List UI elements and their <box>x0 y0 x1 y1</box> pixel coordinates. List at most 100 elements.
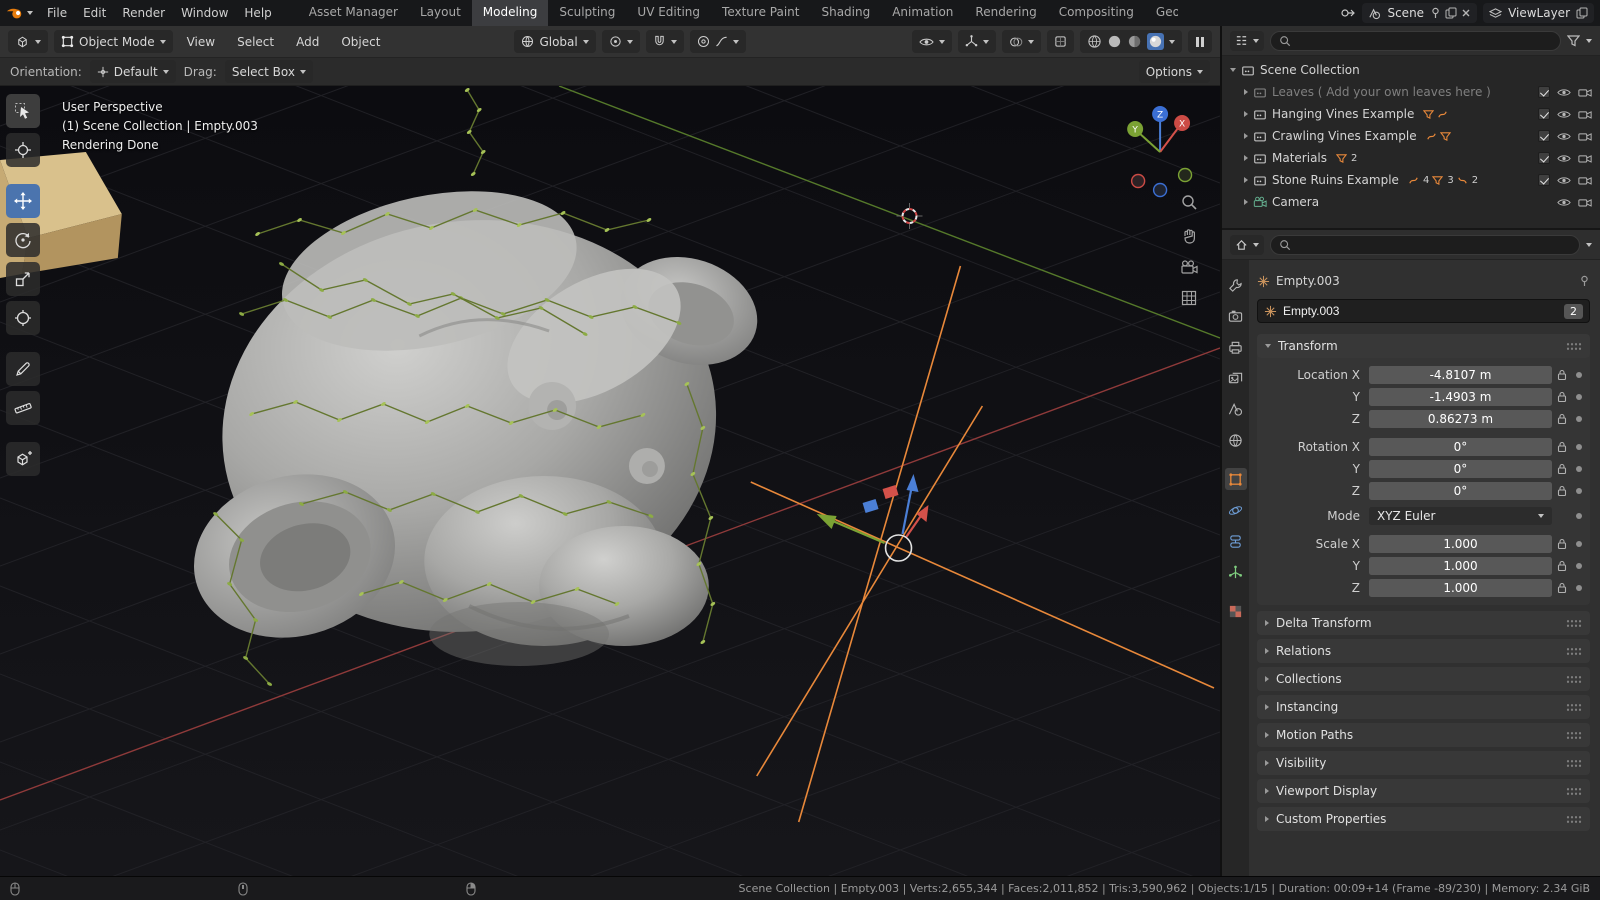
shading-material-icon[interactable] <box>1127 34 1142 49</box>
drag-handle-icon[interactable] <box>1566 675 1582 684</box>
transform-panel-header[interactable]: Transform <box>1257 334 1590 358</box>
tab-output[interactable] <box>1225 336 1247 358</box>
rotation-y-field[interactable]: 0° <box>1369 460 1552 478</box>
render-visibility-camera-icon[interactable] <box>1578 175 1592 186</box>
panel-motion-paths[interactable]: Motion Paths <box>1257 723 1590 747</box>
outliner-item-camera[interactable]: Camera <box>1222 191 1600 213</box>
shading-rendered-icon[interactable] <box>1147 33 1164 50</box>
tab-rendering[interactable]: Rendering <box>964 0 1047 26</box>
show-gizmo-dropdown[interactable] <box>912 30 952 53</box>
tab-constraints[interactable] <box>1225 530 1247 552</box>
tool-cursor[interactable] <box>6 133 40 167</box>
outliner-item-hanging-vines[interactable]: Hanging Vines Example <box>1222 103 1600 125</box>
lock-icon[interactable] <box>1557 582 1567 594</box>
options-dropdown[interactable]: Options <box>1139 60 1210 83</box>
proportional-edit-icon[interactable] <box>697 35 710 48</box>
tab-sculpting[interactable]: Sculpting <box>548 0 626 26</box>
properties-search[interactable] <box>1270 235 1580 255</box>
rotation-z-field[interactable]: 0° <box>1369 482 1552 500</box>
users-count-badge[interactable]: 2 <box>1564 304 1583 319</box>
tab-view-layer[interactable] <box>1225 367 1247 389</box>
new-viewlayer-icon[interactable] <box>1576 7 1588 19</box>
lock-icon[interactable] <box>1557 560 1567 572</box>
outliner-root-row[interactable]: Scene Collection <box>1222 59 1600 81</box>
panel-viewport-display[interactable]: Viewport Display <box>1257 779 1590 803</box>
panel-custom-properties[interactable]: Custom Properties <box>1257 807 1590 831</box>
tab-texture[interactable] <box>1225 600 1247 622</box>
render-visibility-camera-icon[interactable] <box>1578 153 1592 164</box>
breadcrumb-object-name[interactable]: Empty.003 <box>1276 274 1340 288</box>
tab-world[interactable] <box>1225 429 1247 451</box>
navigation-gizmo[interactable]: Z X Y <box>1127 106 1191 197</box>
lock-icon[interactable] <box>1557 391 1567 403</box>
monkey-object[interactable] <box>175 90 771 684</box>
keyframe-dot-icon[interactable] <box>1576 513 1582 519</box>
hide-eye-icon[interactable] <box>1557 175 1571 186</box>
tab-animation[interactable]: Animation <box>881 0 964 26</box>
gizmo-neg-z-ball[interactable] <box>1154 184 1167 197</box>
drag-handle-icon[interactable] <box>1566 731 1582 740</box>
tab-asset-manager[interactable]: Asset Manager <box>298 0 409 26</box>
disclosure-icon[interactable] <box>1244 199 1248 205</box>
location-y-field[interactable]: -1.4903 m <box>1369 388 1552 406</box>
lock-icon[interactable] <box>1557 413 1567 425</box>
tool-transform[interactable] <box>6 301 40 335</box>
panel-delta-transform[interactable]: Delta Transform <box>1257 611 1590 635</box>
menu-edit[interactable]: Edit <box>75 3 114 23</box>
tab-shading[interactable]: Shading <box>810 0 881 26</box>
tab-scene[interactable] <box>1225 398 1247 420</box>
keyframe-dot-icon[interactable] <box>1576 466 1582 472</box>
gizmo-neg-x-ball[interactable] <box>1132 175 1145 188</box>
drag-handle-icon[interactable] <box>1566 759 1582 768</box>
disclosure-icon[interactable] <box>1244 111 1248 117</box>
disclosure-open-icon[interactable] <box>1230 68 1236 72</box>
panel-instancing[interactable]: Instancing <box>1257 695 1590 719</box>
outliner-editor-type-button[interactable] <box>1230 31 1264 51</box>
tool-rotate[interactable] <box>6 223 40 257</box>
disclosure-icon[interactable] <box>1244 89 1248 95</box>
mode-dropdown[interactable]: Object Mode <box>54 30 173 53</box>
tool-tweak-select[interactable] <box>6 94 40 128</box>
panel-collections[interactable]: Collections <box>1257 667 1590 691</box>
lock-icon[interactable] <box>1557 485 1567 497</box>
keyframe-dot-icon[interactable] <box>1576 488 1582 494</box>
drag-handle-icon[interactable] <box>1566 787 1582 796</box>
hide-eye-icon[interactable] <box>1557 197 1571 208</box>
properties-editor-type-button[interactable] <box>1230 235 1264 255</box>
lock-icon[interactable] <box>1557 441 1567 453</box>
disclosure-icon[interactable] <box>1244 133 1248 139</box>
drag-handle-icon[interactable] <box>1566 342 1582 351</box>
collection-checkbox[interactable] <box>1538 174 1550 186</box>
tab-uv-editing[interactable]: UV Editing <box>626 0 711 26</box>
menu-help[interactable]: Help <box>236 3 279 23</box>
location-z-field[interactable]: 0.86273 m <box>1369 410 1552 428</box>
rotation-x-field[interactable]: 0° <box>1369 438 1552 456</box>
hide-eye-icon[interactable] <box>1557 87 1571 98</box>
orientation-dropdown[interactable]: Global <box>514 30 595 53</box>
keyframe-dot-icon[interactable] <box>1576 372 1582 378</box>
menu-render[interactable]: Render <box>114 3 173 23</box>
overlays-dropdown[interactable] <box>1002 30 1041 53</box>
outliner-item-leaves[interactable]: Leaves ( Add your own leaves here ) <box>1222 81 1600 103</box>
drag-handle-icon[interactable] <box>1566 703 1582 712</box>
object-name-field[interactable]: 2 <box>1257 299 1590 323</box>
disclosure-icon[interactable] <box>1244 177 1248 183</box>
menu-viewport-select[interactable]: Select <box>229 32 282 52</box>
unlink-scene-icon[interactable] <box>1461 8 1471 18</box>
tool-scale[interactable] <box>6 262 40 296</box>
disclosure-icon[interactable] <box>1244 155 1248 161</box>
hide-eye-icon[interactable] <box>1557 153 1571 164</box>
keyframe-dot-icon[interactable] <box>1576 444 1582 450</box>
zoom-icon[interactable] <box>1181 194 1198 211</box>
xray-toggle[interactable] <box>1047 30 1074 53</box>
panel-relations[interactable]: Relations <box>1257 639 1590 663</box>
collection-checkbox[interactable] <box>1538 130 1550 142</box>
viewlayer-selector[interactable]: ViewLayer <box>1483 3 1594 23</box>
proportional-edit-controls[interactable] <box>690 30 746 53</box>
shading-solid-icon[interactable] <box>1107 34 1122 49</box>
tab-layout[interactable]: Layout <box>409 0 472 26</box>
tab-render[interactable] <box>1225 305 1247 327</box>
keyframe-dot-icon[interactable] <box>1576 563 1582 569</box>
object-name-input[interactable] <box>1283 304 1558 318</box>
keyframe-dot-icon[interactable] <box>1576 541 1582 547</box>
